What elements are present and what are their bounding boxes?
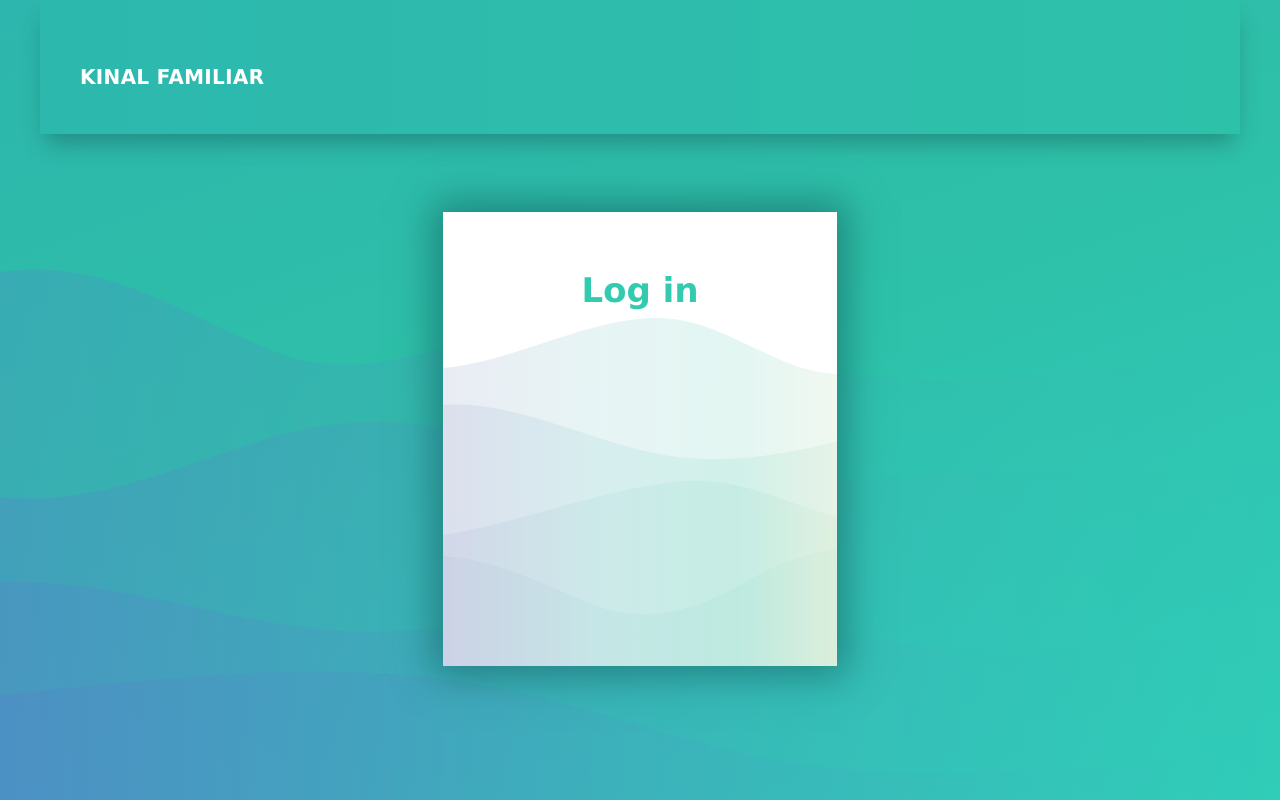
brand-logo-text[interactable]: KINAL FAMILIAR [80, 63, 264, 91]
login-card: Log in [443, 212, 837, 666]
login-title: Log in [581, 271, 699, 311]
top-header: KINAL FAMILIAR [40, 0, 1240, 134]
